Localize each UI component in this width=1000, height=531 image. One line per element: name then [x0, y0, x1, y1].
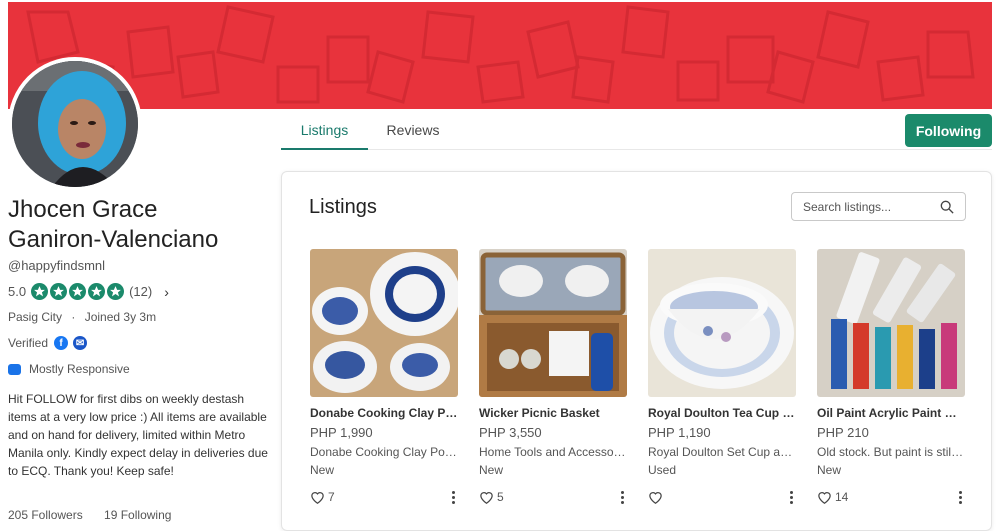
heart-icon — [480, 492, 493, 504]
listing-description: Royal Doulton Set Cup and Saucer — [648, 445, 796, 459]
listing-condition: New — [817, 463, 842, 477]
listings-title: Listings — [309, 196, 377, 218]
more-options-icon[interactable] — [955, 490, 965, 504]
like-button[interactable]: 5 — [479, 490, 504, 504]
like-count: 5 — [497, 490, 504, 504]
profile-tabs: Listings Reviews — [281, 110, 992, 150]
heart-icon — [311, 492, 324, 504]
responsiveness-label: Mostly Responsive — [29, 362, 130, 376]
listing-description: Donabe Cooking Clay Pot Set — [310, 445, 458, 459]
tab-listings[interactable]: Listings — [281, 110, 368, 150]
star-icon — [107, 283, 125, 300]
profile-name-line1: Jhocen Grace — [8, 196, 158, 223]
profile-name: Jhocen Grace Ganiron-Valenciano — [8, 195, 273, 255]
facebook-icon: f — [54, 336, 69, 350]
listing-price: PHP 3,550 — [479, 425, 542, 440]
star-icon — [31, 283, 49, 300]
like-count: 14 — [835, 490, 849, 504]
joined-date: Joined 3y 3m — [84, 310, 157, 324]
star-icon — [88, 283, 106, 300]
listing-footer: 5 — [479, 490, 627, 504]
listing-price: PHP 210 — [817, 425, 869, 440]
chat-bubble-icon — [8, 363, 21, 375]
listing-image-basket[interactable] — [479, 249, 627, 397]
review-count: (12) — [129, 284, 153, 299]
tab-reviews[interactable]: Reviews — [378, 110, 448, 150]
rating-value: 5.0 — [8, 284, 27, 299]
like-count: 7 — [328, 490, 335, 504]
listing-card[interactable]: Royal Doulton Tea Cup n Saucer PHP 1,190… — [648, 249, 796, 504]
star-icon — [50, 283, 68, 300]
heart-icon — [649, 492, 662, 504]
meta-separator: · — [71, 310, 76, 324]
follow-stats: 205 Followers 19 Following — [8, 508, 171, 522]
like-button[interactable]: 14 — [817, 490, 848, 504]
responsiveness-row: Mostly Responsive — [8, 362, 273, 376]
profile-name-line2: Ganiron-Valenciano — [8, 226, 219, 253]
more-options-icon[interactable] — [448, 490, 458, 504]
like-button[interactable] — [648, 490, 666, 504]
listing-footer — [648, 490, 796, 504]
listing-description: Old stock. But paint is still good — [817, 445, 965, 459]
listing-title[interactable]: Royal Doulton Tea Cup n Saucer — [648, 406, 796, 420]
profile-avatar — [8, 57, 142, 191]
listing-description: Home Tools and Accessories — [479, 445, 627, 459]
listing-card[interactable]: Wicker Picnic Basket PHP 3,550 Home Tool… — [479, 249, 627, 504]
listing-image-teacup[interactable] — [648, 249, 796, 397]
profile-handle: @happyfindsmnl — [8, 258, 106, 273]
search-icon[interactable] — [940, 200, 954, 214]
like-button[interactable]: 7 — [310, 490, 335, 504]
following-count[interactable]: 19 Following — [104, 508, 171, 522]
profile-meta: Pasig City · Joined 3y 3m — [8, 310, 273, 324]
listing-title[interactable]: Donabe Cooking Clay Pot Set — [310, 406, 458, 420]
listing-card[interactable]: Oil Paint Acrylic Paint Watercolor PHP 2… — [817, 249, 965, 504]
location: Pasig City — [8, 310, 63, 324]
star-icon — [69, 283, 87, 300]
followers-count[interactable]: 205 Followers — [8, 508, 83, 522]
listing-title[interactable]: Wicker Picnic Basket — [479, 406, 627, 420]
verified-row: Verified f ✉ — [8, 336, 273, 350]
listing-image-ceramics[interactable] — [310, 249, 458, 397]
listing-footer: 7 — [310, 490, 458, 504]
profile-banner — [8, 2, 992, 109]
following-button[interactable]: Following — [905, 114, 992, 147]
chevron-right-icon[interactable]: › — [164, 284, 169, 300]
listing-price: PHP 1,190 — [648, 425, 711, 440]
listing-condition: Used — [648, 463, 677, 477]
heart-icon — [818, 492, 831, 504]
listing-condition: New — [310, 463, 335, 477]
listing-footer: 14 — [817, 490, 965, 504]
listing-condition: New — [479, 463, 504, 477]
banner-pattern — [26, 5, 975, 104]
email-icon: ✉ — [73, 336, 88, 350]
listing-title[interactable]: Oil Paint Acrylic Paint Watercolor — [817, 406, 965, 420]
verified-label: Verified — [8, 336, 49, 350]
listing-image-paints[interactable] — [817, 249, 965, 397]
profile-bio: Hit FOLLOW for first dibs on weekly dest… — [8, 392, 268, 478]
more-options-icon[interactable] — [786, 490, 796, 504]
rating-row[interactable]: 5.0 (12) › — [8, 283, 273, 300]
listings-panel: Listings Donabe Cooking Clay Pot Set PHP… — [281, 171, 992, 531]
listing-card[interactable]: Donabe Cooking Clay Pot Set PHP 1,990 Do… — [310, 249, 458, 504]
profile-sidebar: Jhocen Grace Ganiron-Valenciano @happyfi… — [8, 192, 273, 480]
listing-price: PHP 1,990 — [310, 425, 373, 440]
more-options-icon[interactable] — [617, 490, 627, 504]
